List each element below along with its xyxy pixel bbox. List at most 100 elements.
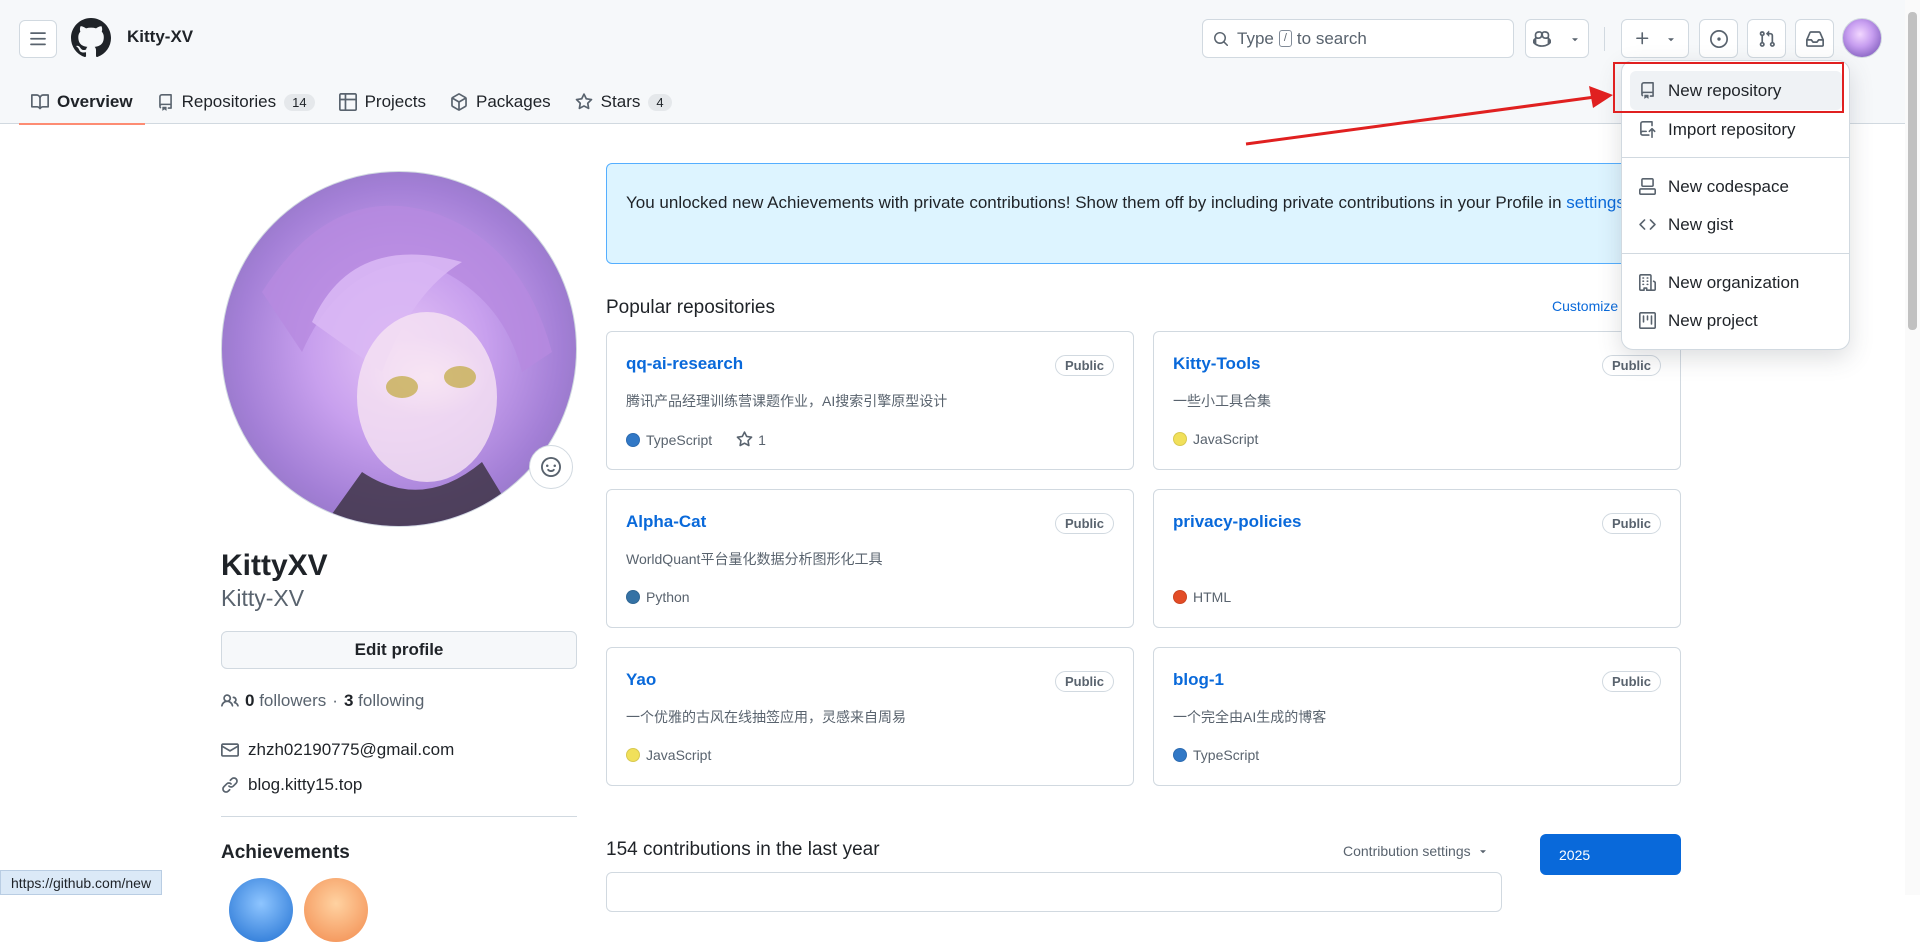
search-placeholder-suffix: to search [1296,28,1367,48]
search-placeholder-prefix: Type [1237,28,1274,48]
tab-label: Repositories [181,92,277,111]
menu-item-new-project[interactable]: New project [1630,301,1842,340]
tab-label: Projects [364,92,426,111]
scrollbar-thumb[interactable] [1908,12,1917,330]
language-color-dot [1173,748,1187,762]
repo-icon [158,93,172,111]
search-shortcut-key: / [1278,30,1292,47]
status-bar-url: https://github.com/new [0,870,163,895]
tab-packages[interactable]: Packages [438,80,563,124]
repo-language: TypeScript [646,431,713,448]
visibility-badge: Public [1054,513,1114,534]
repo-name-link[interactable]: Yao [626,670,656,690]
repo-name-link[interactable]: privacy-policies [1173,512,1302,532]
issues-button[interactable] [1699,19,1738,58]
visibility-badge: Public [1601,671,1661,692]
contributions-heading: 154 contributions in the last year [606,839,880,860]
profile-avatar[interactable] [221,171,577,527]
github-logo-icon[interactable] [71,18,111,58]
set-status-button[interactable] [529,445,573,489]
package-icon [451,93,467,111]
repo-meta: JavaScript [1173,431,1258,447]
repo-name-link[interactable]: qq-ai-research [626,354,743,374]
chevron-down-icon [1667,37,1674,41]
menu-button[interactable] [19,20,57,58]
codespaces-icon [1639,178,1656,195]
following-link[interactable]: 3 following [344,691,424,711]
contribution-settings-button[interactable]: Contribution settings [1343,843,1489,859]
pull-requests-button[interactable] [1747,19,1786,58]
repo-language: Python [646,589,690,605]
visibility-badge: Public [1054,355,1114,376]
repo-name-link[interactable]: blog-1 [1173,670,1224,690]
git-pull-request-icon [1759,30,1775,47]
repo-language: HTML [1193,589,1232,605]
annotation-arrow [1245,86,1613,146]
following-label: following [358,691,425,710]
context-username-link[interactable]: Kitty-XV [127,27,193,47]
language-color-dot [626,590,640,604]
repo-meta: TypeScript 1 [626,431,766,448]
inbox-button[interactable] [1795,19,1834,58]
followers-count: 0 [245,691,255,710]
flash-settings-link[interactable]: settings [1566,193,1625,212]
following-count: 3 [343,691,354,710]
sidebar-divider [221,816,577,817]
profile-website-link[interactable]: blog.kitty15.top [248,775,362,795]
link-icon [222,777,238,793]
repositories-count-badge: 14 [284,93,315,111]
repo-language: JavaScript [1193,431,1259,447]
popular-repositories-heading: Popular repositories [606,297,775,318]
menu-item-new-codespace[interactable]: New codespace [1630,167,1842,206]
language-color-dot [626,748,640,762]
visibility-badge: Public [1601,355,1661,376]
copilot-button[interactable] [1525,19,1589,58]
menu-item-label: New organization [1668,272,1800,292]
menu-item-label: New codespace [1668,176,1789,196]
repo-meta: TypeScript [1173,747,1259,763]
tab-stars[interactable]: Stars 4 [563,80,684,124]
profile-email-link[interactable]: zhzh02190775@gmail.com [248,740,454,760]
followers-link[interactable]: 0 followers [245,691,326,711]
edit-profile-button[interactable]: Edit profile [221,631,577,669]
avatar-illustration [262,205,552,526]
create-new-button[interactable] [1621,19,1689,58]
user-avatar-button[interactable] [1842,18,1882,58]
achievement-badge[interactable] [304,878,368,942]
star-icon [736,431,753,447]
profile-website-row: blog.kitty15.top [221,775,362,795]
menu-item-new-organization[interactable]: New organization [1630,263,1842,302]
stars-count-badge: 4 [648,93,672,111]
menu-item-new-gist[interactable]: New gist [1630,205,1842,244]
tab-label: Stars [600,92,641,111]
followers-label: followers [259,691,327,710]
menu-divider [1622,157,1849,158]
mail-icon [221,743,239,757]
year-2025-button[interactable]: 2025 [1540,834,1681,875]
tab-overview[interactable]: Overview [19,80,145,125]
tab-repositories[interactable]: Repositories 14 [145,80,327,124]
follow-stats: 0 followers · 3 following [221,691,424,711]
repo-language: JavaScript [646,747,712,763]
code-icon [1639,219,1656,230]
achievements-heading[interactable]: Achievements [221,842,350,864]
book-icon [31,94,49,110]
profile-tabs: Overview Repositories 14 Projects Packag… [19,80,684,125]
repo-stars-link[interactable]: 1 [736,431,766,448]
repo-name-link[interactable]: Alpha-Cat [626,512,706,532]
tab-projects[interactable]: Projects [327,80,438,124]
table-icon [338,93,357,111]
menu-item-label: Import repository [1668,119,1796,139]
project-icon [1639,312,1656,329]
inbox-icon [1805,30,1824,47]
repo-meta: Python [626,589,690,605]
customize-pins-link[interactable]: Customize [1552,298,1618,314]
repo-name-link[interactable]: Kitty-Tools [1173,354,1261,374]
menu-item-import-repository[interactable]: Import repository [1630,110,1842,149]
chevron-down-icon [1572,37,1578,41]
smiley-icon [541,457,561,477]
search-input[interactable]: Type / to search [1202,19,1514,58]
menu-divider [1622,253,1849,254]
achievement-badge[interactable] [229,878,293,942]
profile-fullname: KittyXV [221,549,328,582]
